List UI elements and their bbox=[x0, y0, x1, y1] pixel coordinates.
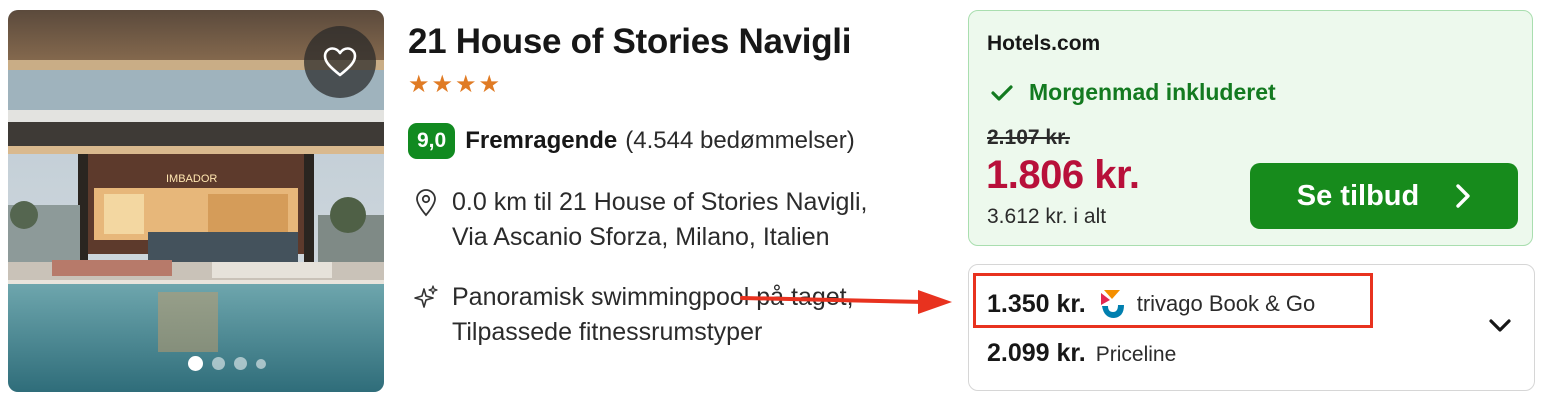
see-deal-button[interactable]: Se tilbud bbox=[1250, 163, 1518, 229]
heart-icon bbox=[323, 47, 357, 77]
offer-provider: Priceline bbox=[1095, 343, 1177, 366]
offer-row[interactable]: 2.099 kr. Priceline bbox=[987, 339, 1176, 368]
star-icon: ★ bbox=[408, 71, 430, 98]
map-pin-icon bbox=[416, 189, 436, 217]
deal-provider: Hotels.com bbox=[987, 32, 1101, 55]
review-count: (4.544 bedømmelser) bbox=[625, 127, 855, 154]
rating-label: Fremragende bbox=[465, 127, 618, 154]
favorite-button[interactable] bbox=[304, 26, 376, 98]
offer-row[interactable]: 1.350 kr. trivago Book & Go bbox=[987, 287, 1315, 321]
star-icon: ★ bbox=[431, 71, 454, 98]
offer-price: 1.350 kr. bbox=[987, 289, 1086, 318]
top-deal-card[interactable]: Hotels.com Morgenmad inkluderet 2.107 kr… bbox=[968, 10, 1533, 246]
red-arrow-icon bbox=[740, 290, 952, 314]
total-price: 3.612 kr. i alt bbox=[987, 205, 1107, 228]
breakfast-label: Morgenmad inkluderet bbox=[1029, 79, 1276, 105]
chevron-down-icon[interactable] bbox=[1488, 318, 1512, 334]
carousel-dot[interactable] bbox=[256, 358, 266, 369]
trivago-logo-icon bbox=[1100, 290, 1124, 318]
location-row: 0.0 km til 21 House of Stories Navigli, … bbox=[414, 185, 867, 255]
rating-row: 9,0 Fremragende (4.544 bedømmelser) bbox=[408, 121, 892, 161]
other-offers-card[interactable]: 1.350 kr. trivago Book & Go 2.099 kr. Pr… bbox=[968, 264, 1535, 391]
deal-price: 1.806 kr. bbox=[986, 153, 1140, 197]
svg-text:IMBADOR: IMBADOR bbox=[166, 173, 217, 185]
location-line: 0.0 km til 21 House of Stories Navigli, bbox=[452, 188, 868, 216]
breakfast-included: Morgenmad inkluderet bbox=[991, 79, 1276, 106]
amenity-line: Tilpassede fitnessrumstyper bbox=[452, 318, 763, 346]
sparkle-icon bbox=[414, 285, 438, 308]
carousel-dot[interactable] bbox=[188, 356, 203, 371]
see-deal-label: Se tilbud bbox=[1296, 179, 1420, 212]
hotel-photo[interactable]: IMBADOR bbox=[8, 10, 384, 392]
star-rating: ★ ★ ★ ★ bbox=[408, 73, 500, 97]
old-price: 2.107 kr. bbox=[987, 126, 1070, 149]
location-line: Via Ascanio Sforza, Milano, Italien bbox=[452, 223, 830, 251]
hotel-name[interactable]: 21 House of Stories Navigli bbox=[408, 22, 851, 62]
chevron-right-icon bbox=[1456, 184, 1470, 208]
checkmark-icon bbox=[991, 84, 1013, 101]
carousel-dot[interactable] bbox=[234, 357, 247, 370]
carousel-dots bbox=[188, 356, 266, 371]
star-icon: ★ bbox=[478, 71, 501, 98]
star-icon: ★ bbox=[455, 71, 477, 98]
score-badge: 9,0 bbox=[408, 123, 456, 159]
carousel-dot[interactable] bbox=[212, 357, 225, 370]
offer-price: 2.099 kr. bbox=[987, 339, 1086, 367]
offer-provider: trivago Book & Go bbox=[1136, 291, 1316, 316]
